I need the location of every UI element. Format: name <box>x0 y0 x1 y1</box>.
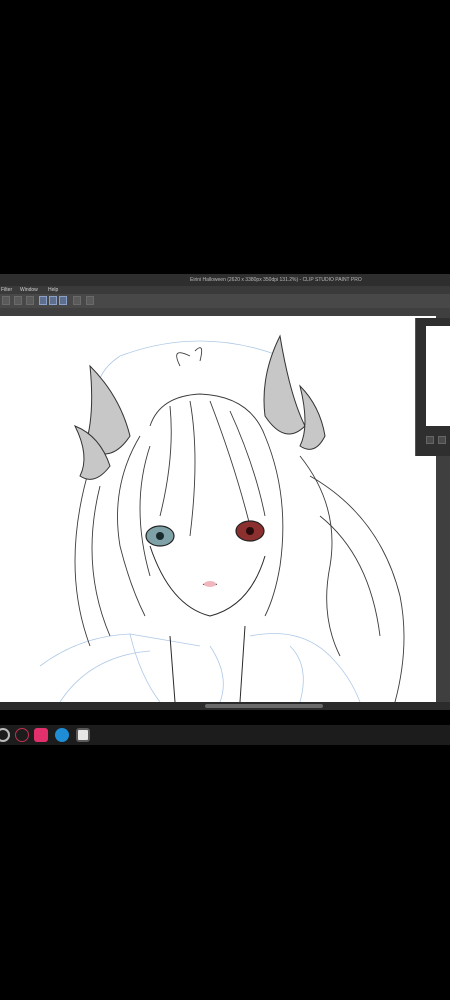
sketch-layer <box>39 340 361 702</box>
taskbar <box>0 725 450 745</box>
transform-icon[interactable] <box>86 296 94 305</box>
status-bar <box>0 702 450 710</box>
horizontal-scrollbar[interactable] <box>205 704 323 708</box>
right-horn-ear <box>299 384 326 450</box>
pen-tool-icon[interactable] <box>39 296 47 305</box>
clear-icon[interactable] <box>26 296 34 305</box>
stamp-icon[interactable] <box>73 296 81 305</box>
line-art-drawing <box>39 334 405 702</box>
menu-window[interactable]: Window <box>20 287 38 293</box>
menu-filter[interactable]: Filter <box>1 287 12 293</box>
redo-icon[interactable] <box>14 296 22 305</box>
drawing-canvas[interactable] <box>0 316 436 702</box>
right-horn <box>263 334 306 435</box>
menu-bar: Filter Window Help <box>0 286 450 294</box>
navigator-preview[interactable] <box>426 326 450 426</box>
search-icon[interactable] <box>0 728 10 742</box>
mouth <box>204 581 216 587</box>
menu-help[interactable]: Help <box>48 287 58 293</box>
clip-studio-paint-icon[interactable] <box>76 728 90 742</box>
face-lines <box>149 545 266 702</box>
brush-tool-icon[interactable] <box>59 296 67 305</box>
window-title: Eirini Halloween (2620 x 3380px 350dpi 1… <box>190 277 362 283</box>
command-bar <box>0 294 450 309</box>
zoom-out-icon[interactable] <box>426 436 434 444</box>
zoom-in-icon[interactable] <box>438 436 446 444</box>
edge-icon[interactable] <box>55 728 69 742</box>
navigator-panel <box>415 318 450 456</box>
undo-icon[interactable] <box>2 296 10 305</box>
itch-icon[interactable] <box>15 728 29 742</box>
instagram-icon[interactable] <box>34 728 48 742</box>
horns <box>73 334 326 480</box>
title-bar: Eirini Halloween (2620 x 3380px 350dpi 1… <box>0 274 450 286</box>
pencil-tool-icon[interactable] <box>49 296 57 305</box>
eyes <box>145 520 265 547</box>
